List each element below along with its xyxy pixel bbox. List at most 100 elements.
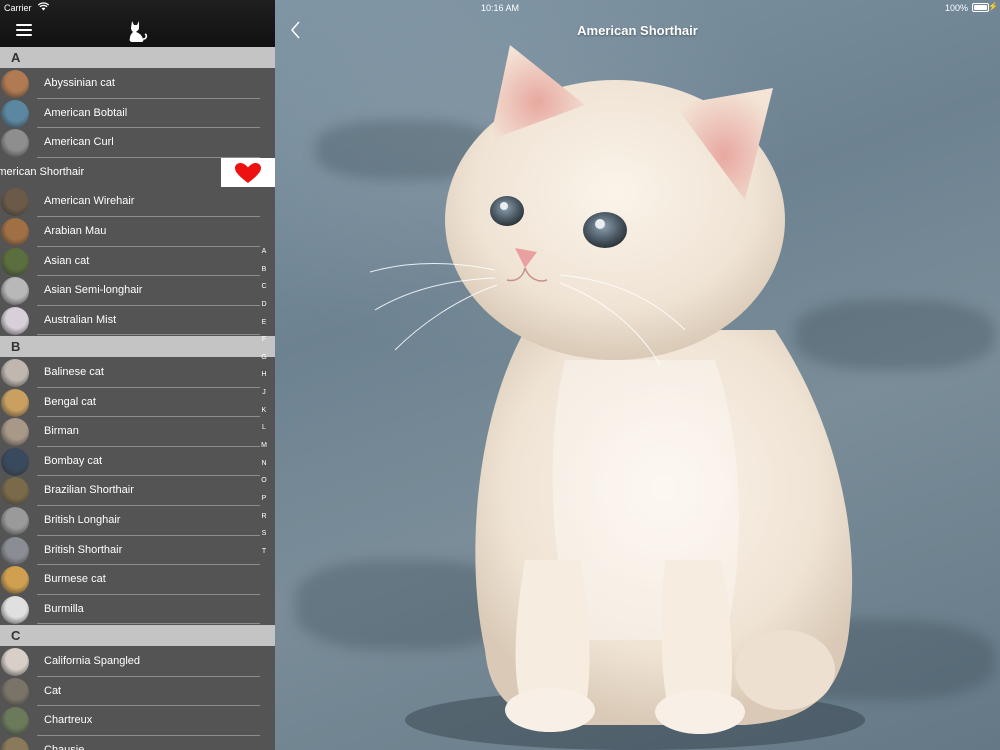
breed-row[interactable]: Brazilian Shorthair — [0, 476, 275, 506]
breed-avatar — [1, 447, 29, 476]
breed-row[interactable]: Burmese cat — [0, 565, 275, 595]
index-letter[interactable]: D — [258, 296, 270, 314]
breed-avatar — [1, 218, 29, 246]
app-window: Carrier 10:16 AM 100% ⚡ American Shortha… — [0, 0, 1000, 750]
heart-icon — [235, 162, 261, 183]
index-letter[interactable]: N — [258, 455, 270, 473]
breed-label: British Shorthair — [44, 543, 123, 556]
index-letter[interactable]: O — [258, 472, 270, 490]
breed-avatar — [1, 595, 29, 624]
breed-row[interactable]: American Curl — [0, 128, 275, 158]
breed-label: Brazilian Shorthair — [44, 484, 134, 497]
breed-avatar — [1, 388, 29, 417]
breed-row[interactable]: Chartreux — [0, 706, 275, 736]
detail-pane: American Shorthair — [275, 0, 1000, 750]
detail-title: American Shorthair — [577, 23, 698, 38]
breed-label: American Curl — [44, 136, 114, 149]
index-letter[interactable]: M — [258, 437, 270, 455]
breed-avatar — [1, 306, 29, 335]
breed-label: Burmese cat — [44, 573, 106, 586]
index-letter[interactable]: B — [258, 261, 270, 279]
breed-avatar — [1, 277, 29, 306]
breed-label: California Spangled — [44, 655, 141, 667]
section-header: C — [0, 625, 275, 646]
breed-row[interactable]: Cat — [0, 677, 275, 707]
breed-row[interactable]: American Bobtail — [0, 99, 275, 129]
breed-label: Asian cat — [44, 254, 90, 267]
breed-row[interactable]: Australian Mist — [0, 306, 275, 336]
battery-icon — [972, 3, 989, 12]
hamburger-menu-icon[interactable] — [16, 24, 32, 36]
breed-avatar — [1, 359, 29, 387]
index-letter[interactable]: A — [258, 243, 270, 261]
breed-sidebar: A Abyssinian cat American Bobtail American … — [0, 0, 275, 750]
breed-avatar — [1, 99, 29, 128]
index-letter[interactable]: T — [258, 543, 270, 561]
breed-row[interactable]: Arabian Mau — [0, 217, 275, 247]
breed-row[interactable]: Bombay cat — [0, 447, 275, 477]
breed-avatar — [1, 188, 29, 217]
clock: 10:16 AM — [480, 3, 520, 13]
charging-icon: ⚡ — [988, 2, 998, 11]
breed-row[interactable]: Birman — [0, 417, 275, 447]
breed-avatar — [1, 129, 29, 158]
breed-row[interactable]: American Shorthair — [0, 157, 275, 188]
breed-label: Australian Mist — [44, 313, 117, 326]
section-header: A — [0, 47, 275, 68]
breed-row[interactable]: Balinese cat — [0, 358, 275, 388]
breed-row[interactable]: British Longhair — [0, 506, 275, 536]
breed-label: Bombay cat — [44, 454, 103, 467]
favorite-button[interactable] — [221, 157, 275, 188]
breed-label: Burmilla — [44, 602, 84, 615]
index-letter[interactable]: S — [258, 525, 270, 543]
breed-avatar — [1, 707, 29, 736]
kitten-photo — [369, 45, 865, 750]
index-letter[interactable]: F — [258, 331, 270, 349]
index-letter[interactable]: E — [258, 314, 270, 332]
breed-row[interactable]: American Wirehair — [0, 187, 275, 217]
breed-label: American Bobtail — [44, 106, 128, 119]
index-letter[interactable]: K — [258, 402, 270, 420]
breed-row[interactable]: Asian Semi-longhair — [0, 276, 275, 306]
breed-label: Bengal cat — [44, 395, 96, 408]
breed-avatar — [1, 736, 29, 750]
breed-label: Abyssinian cat — [44, 77, 115, 89]
breed-row[interactable]: Burmilla — [0, 595, 275, 625]
breed-label: Balinese cat — [44, 366, 104, 378]
breed-avatar — [1, 247, 29, 276]
breed-label: British Longhair — [44, 514, 121, 526]
breed-label: Chartreux — [44, 714, 93, 727]
section-header: B — [0, 336, 275, 357]
index-letter[interactable]: L — [258, 419, 270, 437]
breed-row[interactable]: Asian cat — [0, 247, 275, 277]
status-bar: Carrier 10:16 AM 100% ⚡ — [0, 0, 1000, 16]
breed-label: Asian Semi-longhair — [44, 284, 143, 297]
breed-avatar — [1, 507, 29, 535]
breed-row[interactable]: Chausie — [0, 736, 275, 750]
breed-row[interactable]: British Shorthair — [0, 536, 275, 566]
battery-percent: 100% — [944, 3, 968, 13]
breed-label: Birman — [44, 425, 79, 438]
cat-silhouette-icon — [129, 21, 148, 42]
index-letter[interactable]: P — [258, 490, 270, 508]
breed-avatar — [1, 536, 29, 565]
section-index-bar[interactable]: ABCDEFGHJKLMNOPRST — [258, 243, 270, 561]
breed-label: American Wirehair — [44, 195, 135, 208]
breed-row[interactable]: California Spangled — [0, 647, 275, 677]
breed-label: American Shorthair — [0, 165, 85, 178]
breed-row[interactable]: Abyssinian cat — [0, 69, 275, 99]
breed-label: Cat — [44, 684, 62, 697]
index-letter[interactable]: J — [258, 384, 270, 402]
breed-avatar — [1, 677, 29, 706]
breed-avatar — [1, 566, 29, 595]
index-letter[interactable]: R — [258, 508, 270, 526]
breed-avatar — [1, 418, 29, 447]
index-letter[interactable]: H — [258, 366, 270, 384]
breed-label: Chausie — [44, 743, 85, 750]
breed-avatar — [1, 477, 29, 506]
breed-row[interactable]: Bengal cat — [0, 388, 275, 418]
breed-avatar — [1, 648, 29, 676]
breed-label: Arabian Mau — [44, 225, 107, 237]
index-letter[interactable]: C — [258, 278, 270, 296]
index-letter[interactable]: G — [258, 349, 270, 367]
